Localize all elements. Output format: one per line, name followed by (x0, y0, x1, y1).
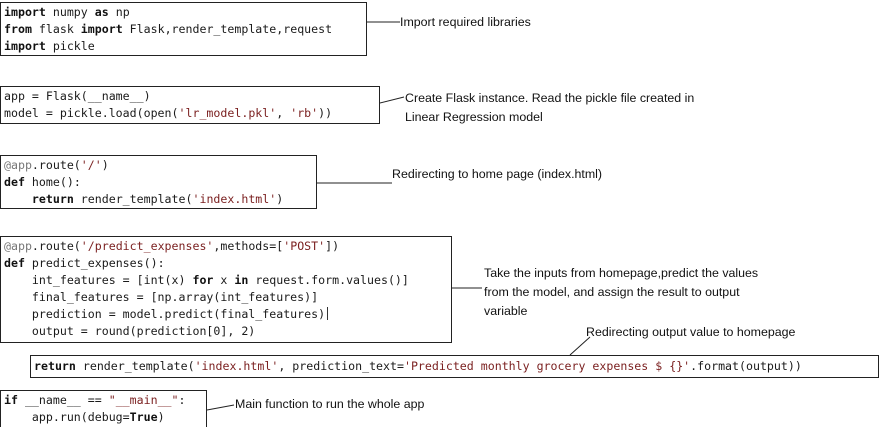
predict-route-code-box: @app.route('/predict_expenses',methods=[… (0, 236, 452, 343)
predict-route-prediction: prediction = model.predict(final_feature… (4, 307, 329, 321)
imports-line-1: import numpy as np (4, 5, 130, 19)
main-block-run: app.run(debug=True) (31, 410, 165, 424)
app-init-line-1: app = Flask(__name__) (4, 89, 151, 103)
app-init-code-box: app = Flask(__name__) model = pickle.loa… (0, 86, 380, 124)
app-init-line-2: model = pickle.load(open('lr_model.pkl',… (4, 106, 333, 120)
predict-route-note: Take the inputs from homepage,predict th… (484, 266, 759, 318)
app-init-note: Create Flask instance. Read the pickle f… (405, 91, 695, 124)
imports-note: Import required libraries (400, 15, 531, 29)
home-route-decorator: @app.route('/') (4, 158, 109, 172)
home-route-return: return render_template('index.html') (31, 192, 284, 206)
connector-main (206, 404, 235, 411)
predict-route-final-features: final_features = [np.array(int_features)… (31, 290, 319, 304)
text-cursor (327, 307, 329, 320)
return-line-code-box: return render_template('index.html', pre… (30, 355, 879, 378)
predict-route-int-features: int_features = [int(x) for x in request.… (31, 273, 409, 287)
main-block-note: Main function to run the whole app (235, 397, 425, 411)
home-route-def: def home(): (4, 175, 81, 189)
predict-route-output: output = round(prediction[0], 2) (31, 324, 256, 338)
main-block-if: if __name__ == "__main__": (4, 393, 186, 407)
home-route-code-box: @app.route('/') def home(): return rende… (0, 155, 317, 209)
imports-code-box: import numpy as np from flask import Fla… (0, 2, 367, 56)
home-route-note: Redirecting to home page (index.html) (392, 167, 603, 181)
imports-line-2: from flask import Flask,render_template,… (4, 22, 333, 36)
imports-line-3: import pickle (4, 39, 95, 53)
predict-route-decorator: @app.route('/predict_expenses',methods=[… (4, 239, 340, 253)
connector-app-init (379, 96, 405, 104)
return-line-code: return render_template('index.html', pre… (34, 359, 802, 373)
main-block-code-box: if __name__ == "__main__": app.run(debug… (0, 390, 207, 427)
predict-route-def: def predict_expenses(): (4, 256, 165, 270)
return-line-note: Redirecting output value to homepage (586, 325, 796, 339)
